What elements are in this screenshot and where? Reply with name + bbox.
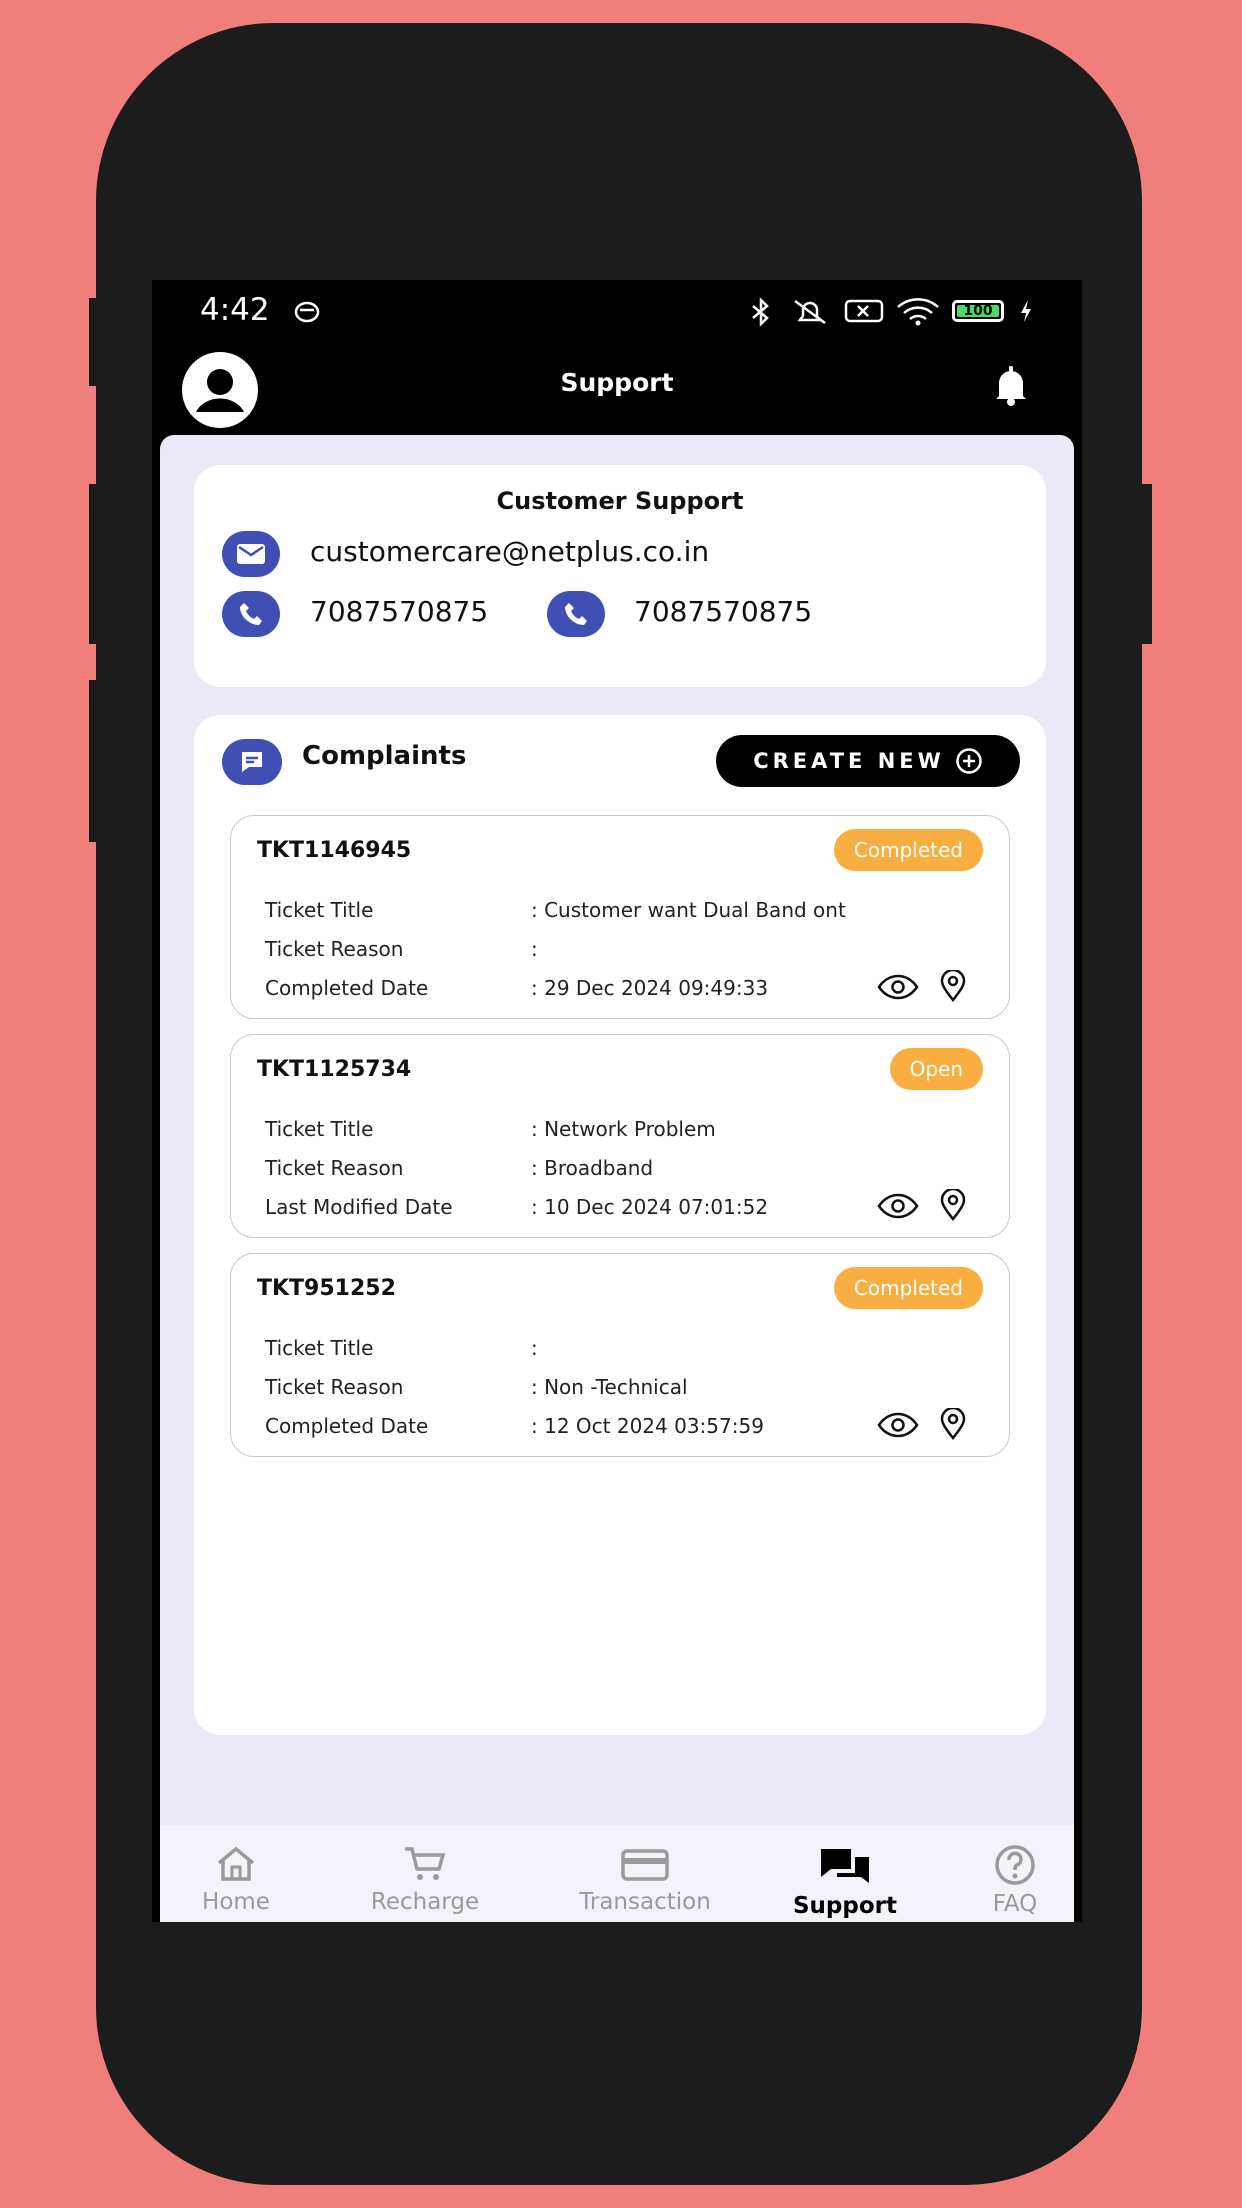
ticket-row-value: : Broadband — [531, 1156, 654, 1180]
charging-icon — [1018, 298, 1034, 331]
complaints-icon — [222, 739, 282, 785]
complaints-title: Complaints — [302, 741, 467, 771]
nav-support[interactable]: Support — [780, 1845, 910, 1919]
ticket-row-label: Ticket Reason — [265, 1375, 404, 1399]
home-icon — [217, 1846, 255, 1881]
status-time: 4:42 — [200, 292, 270, 328]
status-bar: 4:42 100 — [152, 280, 1082, 340]
ticket-row-label: Completed Date — [265, 976, 429, 1000]
ticket-row-label: Completed Date — [265, 1414, 429, 1438]
ticket-row-value: : Non -Technical — [531, 1375, 688, 1399]
ticket-row-label: Ticket Title — [265, 1117, 374, 1141]
location-pin-icon[interactable] — [939, 1187, 967, 1225]
ticket-card[interactable]: TKT951252 Completed Ticket Title : Ticke… — [230, 1253, 1010, 1457]
nav-transaction[interactable]: Transaction — [560, 1845, 730, 1915]
create-new-button[interactable]: CREATE NEW — [716, 735, 1020, 787]
ticket-id: TKT1125734 — [257, 1057, 412, 1082]
add-circle-icon — [956, 748, 982, 774]
side-button — [89, 298, 101, 386]
customer-support-card: Customer Support customercare@netplus.co… — [194, 465, 1046, 687]
side-button — [1140, 484, 1152, 644]
ticket-row-value: : — [531, 1336, 538, 1360]
ticket-id: TKT1146945 — [257, 838, 412, 863]
ticket-row-label: Ticket Reason — [265, 937, 404, 961]
location-pin-icon[interactable] — [939, 968, 967, 1006]
cart-icon — [405, 1847, 446, 1880]
card-icon — [621, 1849, 669, 1881]
support-phone-2[interactable]: 7087570875 — [634, 595, 812, 628]
complaints-card: Complaints CREATE NEW TKT1146945 Complet… — [194, 715, 1046, 1735]
side-button — [89, 680, 101, 842]
ticket-row-value: : Customer want Dual Band ont — [531, 898, 846, 922]
mute-icon — [790, 298, 830, 333]
battery-level: 100 — [957, 303, 999, 319]
create-new-label: CREATE NEW — [753, 749, 945, 773]
status-badge: Completed — [833, 1267, 983, 1309]
help-icon — [995, 1845, 1035, 1885]
ticket-row-value: : 10 Dec 2024 07:01:52 — [531, 1195, 769, 1219]
ticket-row-label: Last Modified Date — [265, 1195, 453, 1219]
main-content: Customer Support customercare@netplus.co… — [160, 435, 1074, 1922]
customer-support-title: Customer Support — [496, 487, 744, 515]
wifi-icon — [896, 298, 940, 333]
view-eye-icon[interactable] — [877, 974, 919, 1004]
ticket-row-value: : 29 Dec 2024 09:49:33 — [531, 976, 769, 1000]
ticket-row-value: : Network Problem — [531, 1117, 716, 1141]
support-email-link[interactable]: customercare@netplus.co.in — [310, 535, 709, 568]
nav-recharge[interactable]: Recharge — [350, 1845, 500, 1915]
ticket-row-label: Ticket Reason — [265, 1156, 404, 1180]
ticket-row-value: : — [531, 937, 538, 961]
ticket-row-label: Ticket Title — [265, 898, 374, 922]
nav-label: Transaction — [579, 1889, 711, 1915]
location-pin-icon[interactable] — [939, 1406, 967, 1444]
sim-icon — [844, 298, 884, 331]
app-bar: Support — [152, 340, 1082, 432]
phone-screen: 4:42 100 Support Customer Support custom… — [152, 280, 1082, 1922]
support-phone-1[interactable]: 7087570875 — [310, 595, 488, 628]
view-eye-icon[interactable] — [877, 1412, 919, 1442]
nav-home[interactable]: Home — [186, 1845, 286, 1915]
phone-icon — [222, 591, 280, 637]
status-badge: Completed — [833, 829, 983, 871]
bottom-navigation: Home Recharge Transaction Support FAQ — [160, 1825, 1074, 1922]
nav-faq[interactable]: FAQ — [970, 1845, 1060, 1917]
nav-label: FAQ — [992, 1891, 1038, 1917]
email-icon — [222, 531, 280, 577]
ticket-card[interactable]: TKT1125734 Open Ticket Title : Network P… — [230, 1034, 1010, 1238]
status-badge: Open — [889, 1048, 983, 1090]
battery-icon: 100 — [952, 300, 1004, 322]
ticket-row-value: : 12 Oct 2024 03:57:59 — [531, 1414, 764, 1438]
ticket-card[interactable]: TKT1146945 Completed Ticket Title : Cust… — [230, 815, 1010, 1019]
nav-label: Home — [202, 1889, 270, 1915]
ticket-row-label: Ticket Title — [265, 1336, 374, 1360]
view-eye-icon[interactable] — [877, 1193, 919, 1223]
nav-label: Support — [792, 1893, 897, 1919]
phone-icon — [547, 591, 605, 637]
nav-label: Recharge — [370, 1889, 480, 1915]
page-title: Support — [560, 368, 674, 397]
chat-icon — [821, 1849, 869, 1883]
ticket-id: TKT951252 — [257, 1276, 396, 1301]
side-button — [89, 484, 101, 644]
status-app-icon — [294, 300, 320, 330]
bluetooth-icon — [750, 296, 772, 333]
notification-bell-icon[interactable] — [988, 362, 1034, 412]
